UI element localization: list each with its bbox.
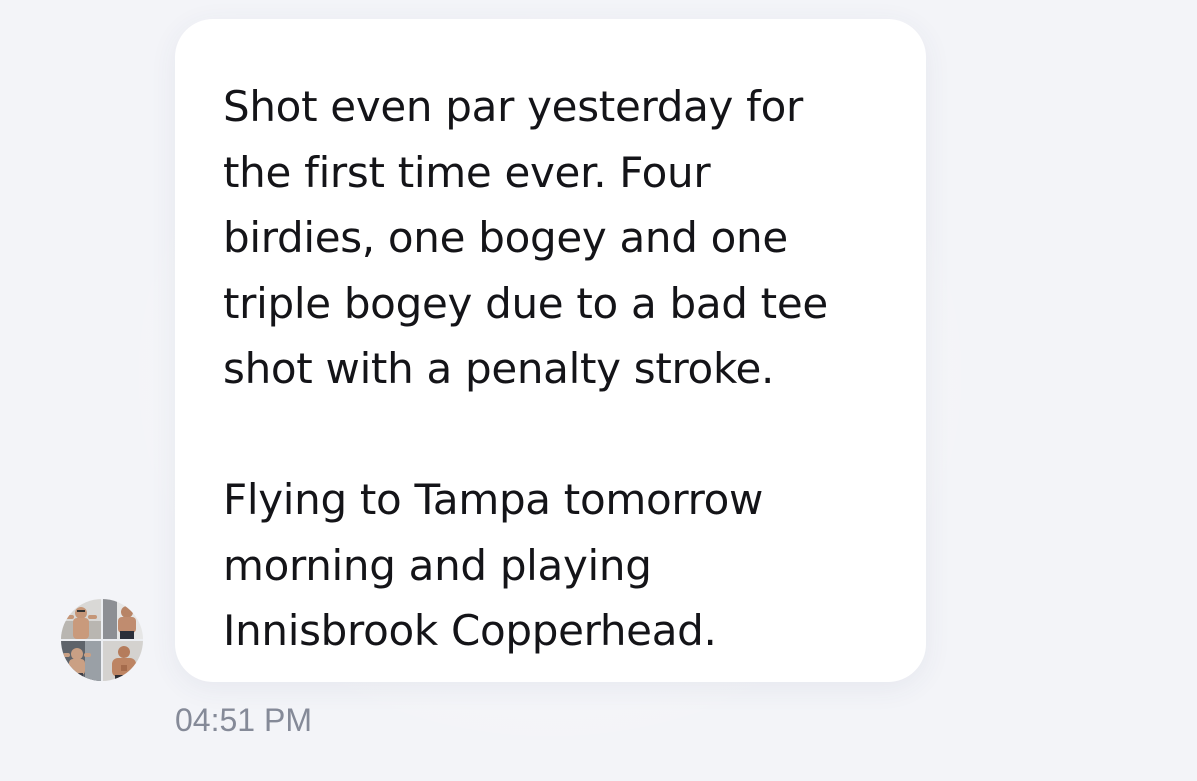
incoming-message-row: Shot even par yesterday for the first ti…: [0, 0, 1197, 781]
avatar-photo-tile-4: [103, 641, 143, 681]
sender-avatar[interactable]: [61, 599, 143, 681]
avatar-photo-tile-1: [61, 599, 101, 639]
message-bubble[interactable]: Shot even par yesterday for the first ti…: [175, 19, 926, 682]
message-text: Shot even par yesterday for the first ti…: [223, 82, 828, 655]
avatar-photo-tile-2: [103, 599, 143, 639]
avatar-photo-tile-3: [61, 641, 101, 681]
message-timestamp: 04:51 PM: [175, 702, 312, 738]
